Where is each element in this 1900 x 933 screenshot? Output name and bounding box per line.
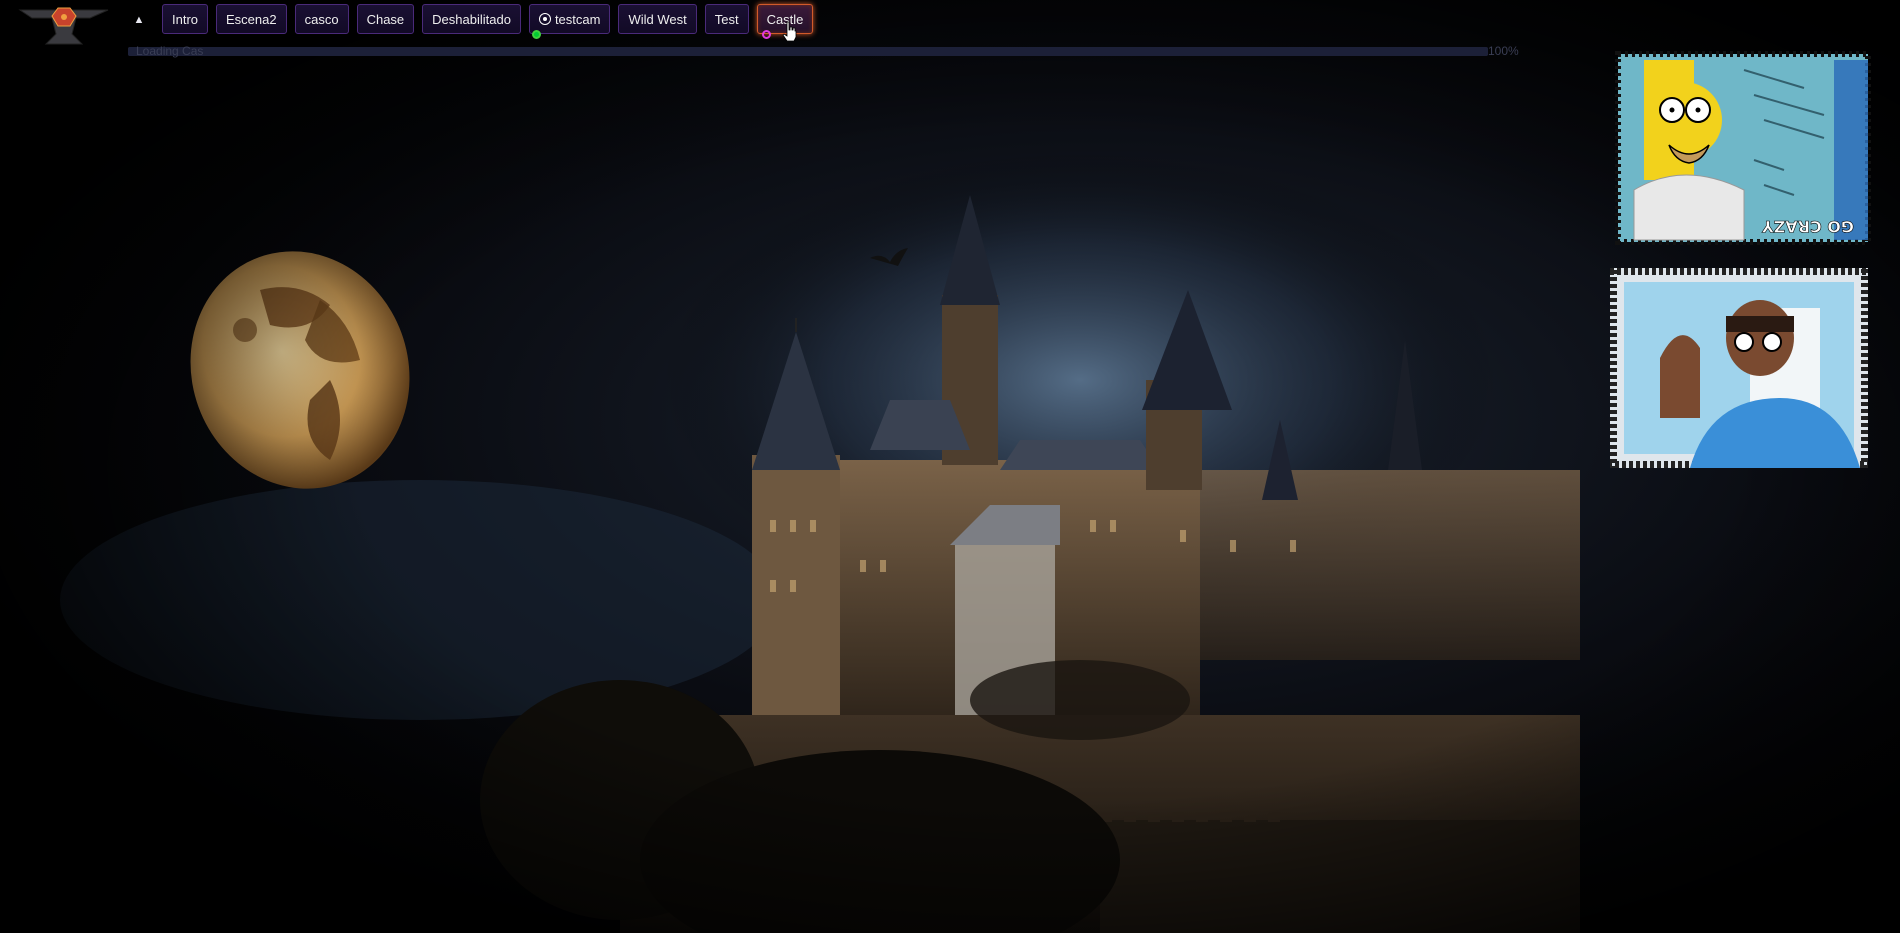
cartoon-man-token[interactable] bbox=[1610, 268, 1868, 468]
loading-track bbox=[128, 47, 1488, 56]
scene-tab-testcam[interactable]: testcam bbox=[528, 4, 611, 39]
scene-tab-label: Chase bbox=[366, 11, 405, 27]
loading-percent: 100% bbox=[1488, 44, 1519, 58]
scene-tab-label: Intro bbox=[172, 11, 199, 27]
scene-tab-label: Wild West bbox=[628, 11, 687, 27]
scene-tab-deshabilitado[interactable]: Deshabilitado bbox=[422, 4, 521, 34]
gm-view-indicator bbox=[761, 30, 771, 39]
scene-tab-intro[interactable]: Intro bbox=[162, 4, 209, 34]
token-caption: GO CRAZY bbox=[1762, 217, 1854, 236]
camera-target-icon bbox=[538, 13, 551, 25]
scene-loading-bar: Loading Cas 100% bbox=[128, 44, 1528, 60]
app-logo[interactable] bbox=[18, 4, 110, 50]
scene-tab-label: casco bbox=[304, 11, 339, 27]
scene-tab-label: Deshabilitado bbox=[432, 11, 511, 27]
scene-tab-wild-west[interactable]: Wild West bbox=[618, 4, 697, 34]
scene-tab-chase[interactable]: Chase bbox=[356, 4, 415, 34]
scene-tab-castle[interactable]: Castle bbox=[756, 4, 814, 41]
scene-tab-bar: Intro Escena2 casco Chase Deshabilitado … bbox=[162, 4, 814, 41]
scene-canvas[interactable]: ▲ Intro Escena2 casco Chase Deshabilitad… bbox=[0, 0, 1900, 933]
hand-cursor-icon bbox=[782, 21, 796, 41]
loading-fill bbox=[128, 47, 1488, 56]
collapse-toolbar-button[interactable]: ▲ bbox=[128, 8, 150, 32]
caret-up-icon: ▲ bbox=[133, 14, 145, 26]
scene-tab-label: Test bbox=[714, 11, 739, 27]
scene-tab-label: testcam bbox=[554, 11, 601, 27]
scene-tab-label: Escena2 bbox=[226, 11, 277, 27]
scene-tab-test[interactable]: Test bbox=[704, 4, 749, 34]
scene-tab-casco[interactable]: casco bbox=[294, 4, 349, 34]
loading-label: Loading Cas bbox=[136, 44, 204, 58]
homer-token[interactable]: GO CRAZY bbox=[1614, 50, 1872, 246]
scene-tab-escena2[interactable]: Escena2 bbox=[216, 4, 287, 34]
active-players-indicator bbox=[531, 30, 541, 39]
